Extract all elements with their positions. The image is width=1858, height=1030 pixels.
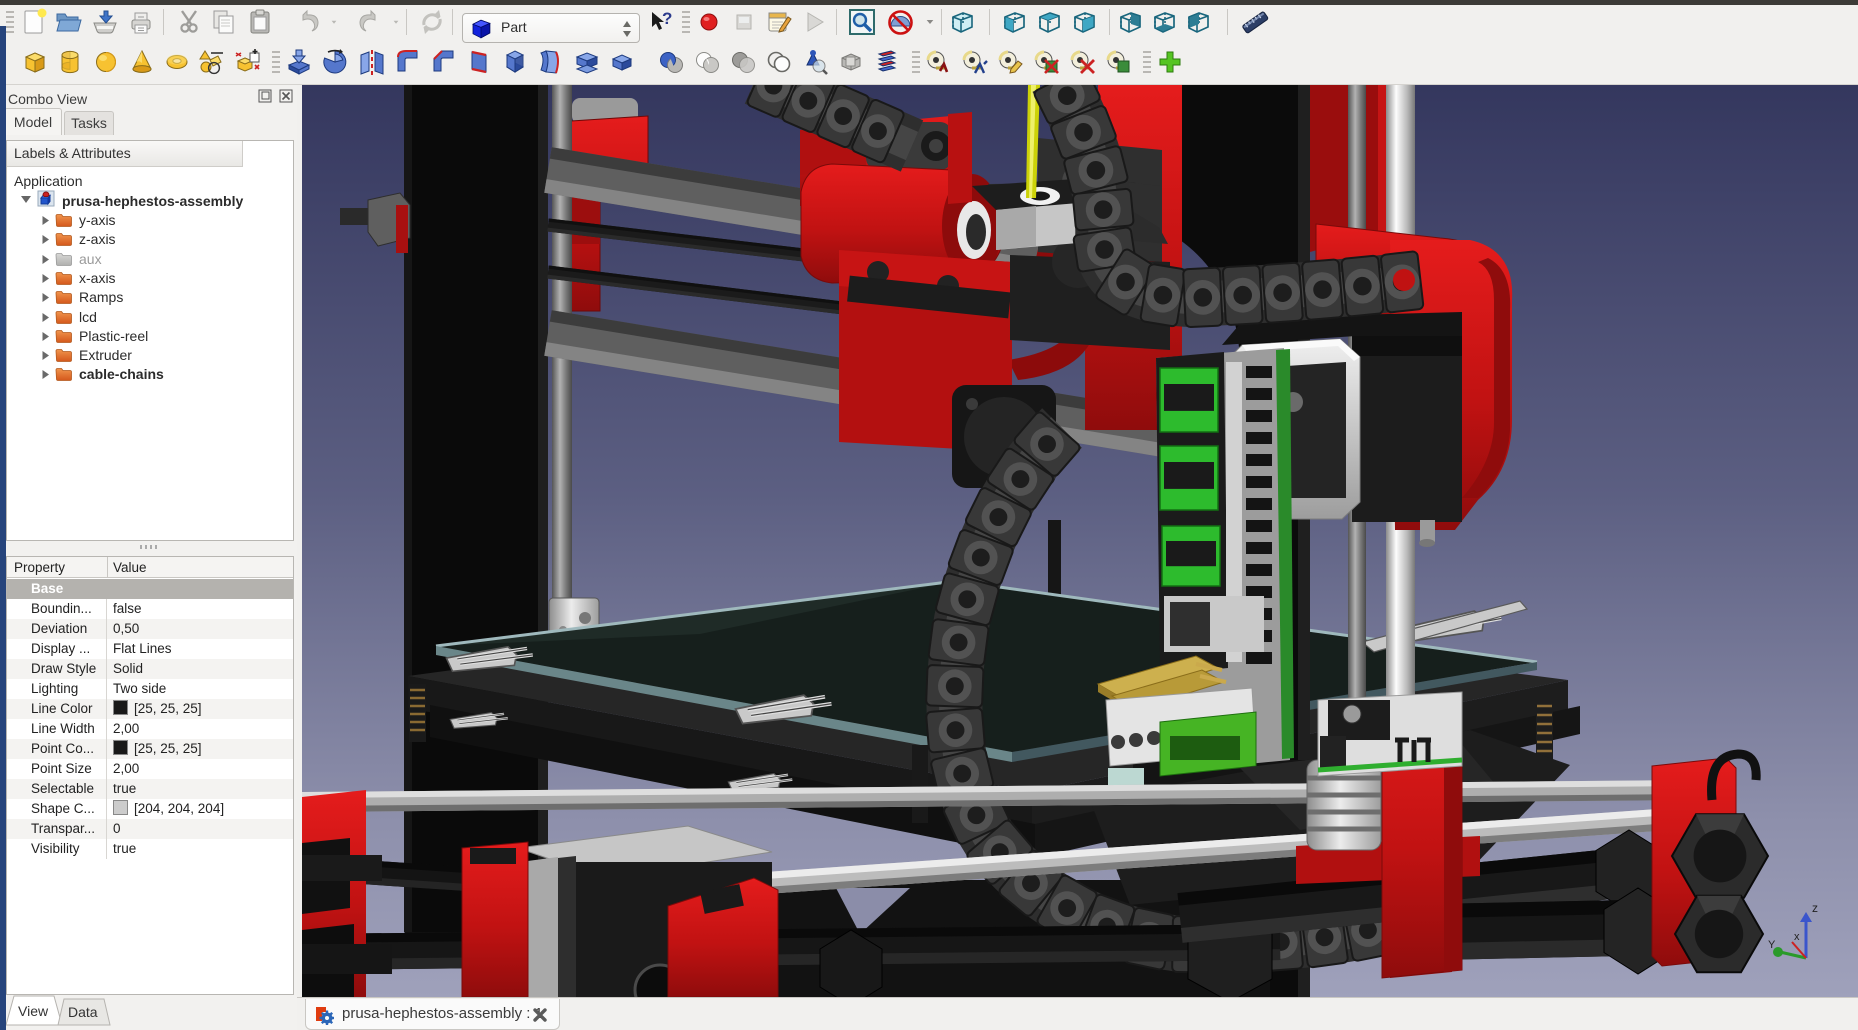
svg-text:View: View	[18, 1003, 49, 1019]
svg-text:Data: Data	[68, 1004, 98, 1020]
svg-text:z: z	[1812, 901, 1818, 915]
svg-text:Y: Y	[1768, 939, 1776, 951]
svg-text:x: x	[1794, 931, 1800, 943]
svg-text:?: ?	[662, 9, 672, 28]
